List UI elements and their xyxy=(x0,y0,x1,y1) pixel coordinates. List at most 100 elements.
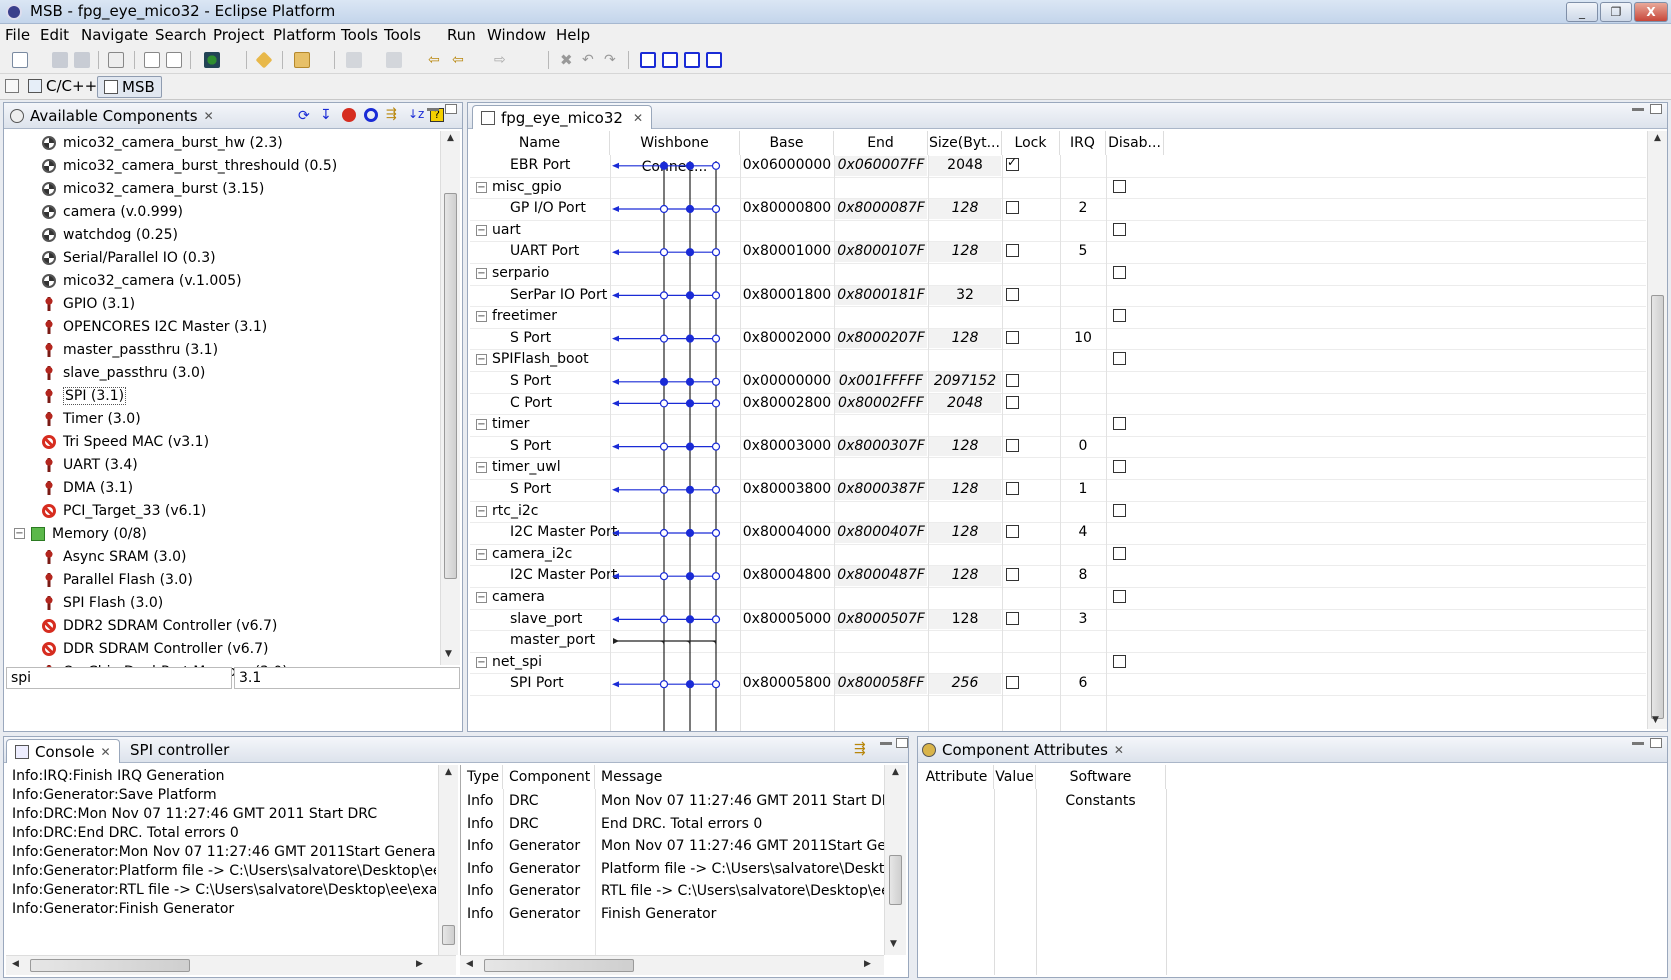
menu-navigate[interactable]: Navigate xyxy=(81,26,148,44)
component-name[interactable]: timer_uwl xyxy=(492,457,561,478)
close-editor-tab-icon[interactable]: ✕ xyxy=(633,111,643,125)
menu-project[interactable]: Project xyxy=(213,26,264,44)
port-name[interactable]: C Port xyxy=(510,393,552,414)
open-perspective-icon[interactable] xyxy=(5,79,19,93)
base-address[interactable]: 0x80003000 xyxy=(740,436,834,457)
table-column-header[interactable]: Base xyxy=(740,131,834,155)
table-column-header[interactable]: Lock xyxy=(1002,131,1060,155)
disable-checkbox[interactable] xyxy=(1113,222,1126,236)
base-address[interactable]: 0x80002000 xyxy=(740,328,834,349)
collapse-expander-icon[interactable]: − xyxy=(476,224,487,236)
irq-value[interactable]: 6 xyxy=(1060,673,1106,694)
base-address[interactable]: 0x00000000 xyxy=(740,371,834,392)
lock-checkbox[interactable] xyxy=(1006,611,1019,625)
doc-d-icon[interactable] xyxy=(706,52,722,68)
collapse-icon[interactable]: ⇶ xyxy=(386,107,397,122)
menu-help[interactable]: Help xyxy=(556,26,590,44)
scroll-up-icon[interactable]: ▲ xyxy=(439,767,458,777)
irq-value[interactable]: 5 xyxy=(1060,241,1106,262)
build-icon[interactable] xyxy=(108,52,124,68)
scroll-thumb[interactable] xyxy=(30,959,190,972)
unconnected-node[interactable] xyxy=(711,572,721,581)
unconnected-node[interactable] xyxy=(711,161,721,170)
tree-item[interactable]: Async SRAM (3.0) xyxy=(6,545,438,568)
port-name[interactable]: I2C Master Port xyxy=(510,565,617,586)
irq-value[interactable]: 4 xyxy=(1060,522,1106,543)
tree-item[interactable]: GPIO (3.1) xyxy=(6,292,438,315)
base-address[interactable]: 0x80002800 xyxy=(740,393,834,414)
close-window-button[interactable]: X xyxy=(1634,2,1668,22)
software-constants-column-header[interactable]: Software Constants xyxy=(1036,765,1166,809)
unconnected-node[interactable] xyxy=(659,615,669,624)
tree-item[interactable]: slave_passthru (3.0) xyxy=(6,361,438,384)
unconnected-node[interactable] xyxy=(659,680,669,689)
menu-run[interactable]: Run xyxy=(447,26,476,44)
open-folder-icon[interactable] xyxy=(294,52,310,68)
connected-node[interactable] xyxy=(685,248,695,257)
size-value[interactable]: 128 xyxy=(928,479,1002,500)
size-value[interactable]: 128 xyxy=(928,198,1002,219)
maximize-button[interactable]: ❐ xyxy=(1600,2,1632,22)
component-name[interactable]: uart xyxy=(492,220,521,241)
collapse-expander-icon[interactable]: − xyxy=(476,656,487,668)
undo-icon[interactable]: ↶ xyxy=(582,52,598,68)
copy-icon[interactable] xyxy=(166,52,182,68)
run-icon[interactable] xyxy=(204,52,220,68)
tree-item[interactable]: OPENCORES I2C Master (3.1) xyxy=(6,315,438,338)
print-icon[interactable] xyxy=(74,52,90,68)
close-components-tab-icon[interactable]: ✕ xyxy=(204,109,214,123)
doc-b-icon[interactable] xyxy=(662,52,678,68)
tree-item[interactable]: UART (3.4) xyxy=(6,453,438,476)
editor-vertical-scrollbar[interactable]: ▲ ▼ xyxy=(1647,131,1667,729)
scroll-up-icon[interactable]: ▲ xyxy=(441,133,460,143)
unconnected-node[interactable] xyxy=(711,442,721,451)
connected-node[interactable] xyxy=(685,291,695,300)
port-name[interactable]: I2C Master Port xyxy=(510,522,617,543)
previous-annotation-icon[interactable] xyxy=(386,52,402,68)
attribute-column-header[interactable]: Attribute xyxy=(920,765,994,789)
connected-node[interactable] xyxy=(659,161,669,170)
lock-checkbox[interactable] xyxy=(1006,568,1019,582)
minimize-editor-icon[interactable] xyxy=(1632,108,1644,111)
lock-checkbox[interactable] xyxy=(1006,155,1019,171)
disable-checkbox[interactable] xyxy=(1113,503,1126,517)
lock-checkbox[interactable] xyxy=(1006,287,1019,301)
message-column-header[interactable]: Type xyxy=(461,765,503,789)
collapse-expander-icon[interactable]: − xyxy=(476,505,487,517)
lock-checkbox[interactable] xyxy=(1006,395,1019,409)
table-column-header[interactable]: Name xyxy=(470,131,610,155)
disable-checkbox[interactable] xyxy=(1113,590,1126,603)
lock-checkbox[interactable] xyxy=(1006,482,1019,495)
irq-value[interactable]: 0 xyxy=(1060,436,1106,457)
minimize-components-icon[interactable] xyxy=(427,108,439,111)
base-address[interactable]: 0x80001800 xyxy=(740,285,834,306)
menu-search[interactable]: Search xyxy=(155,26,207,44)
port-name[interactable]: GP I/O Port xyxy=(510,198,586,219)
table-column-header[interactable]: End xyxy=(834,131,928,155)
irq-value[interactable]: 3 xyxy=(1060,609,1106,630)
perspective-msb[interactable]: MSB xyxy=(97,76,162,98)
collapse-expander-icon[interactable]: − xyxy=(476,419,487,431)
save-icon[interactable] xyxy=(52,52,68,68)
component-filter-input[interactable]: spi xyxy=(6,667,232,689)
size-value[interactable]: 128 xyxy=(928,436,1002,457)
irq-value[interactable]: 2 xyxy=(1060,198,1106,219)
size-value[interactable]: 128 xyxy=(928,328,1002,349)
maximize-attributes-icon[interactable] xyxy=(1650,738,1662,748)
size-value[interactable]: 128 xyxy=(928,241,1002,262)
minimize-console-icon[interactable] xyxy=(880,742,892,745)
scroll-thumb[interactable] xyxy=(442,925,455,945)
tree-item[interactable]: DDR SDRAM Controller (v6.7) xyxy=(6,637,438,660)
collapse-expander-icon[interactable]: − xyxy=(476,268,487,279)
open-file-icon[interactable] xyxy=(144,52,160,68)
lock-checkbox[interactable] xyxy=(1006,525,1019,539)
unconnected-node[interactable] xyxy=(659,485,669,494)
minimize-attributes-icon[interactable] xyxy=(1632,742,1644,745)
unconnected-node[interactable] xyxy=(659,248,669,257)
pin-console-icon[interactable]: ⇶ xyxy=(854,741,866,757)
port-name[interactable]: S Port xyxy=(510,479,551,500)
disable-checkbox[interactable] xyxy=(1113,266,1126,279)
close-console-tab-icon[interactable]: ✕ xyxy=(101,745,111,759)
base-address[interactable]: 0x80005800 xyxy=(740,673,834,694)
tree-item[interactable]: Serial/Parallel IO (0.3) xyxy=(6,246,438,269)
